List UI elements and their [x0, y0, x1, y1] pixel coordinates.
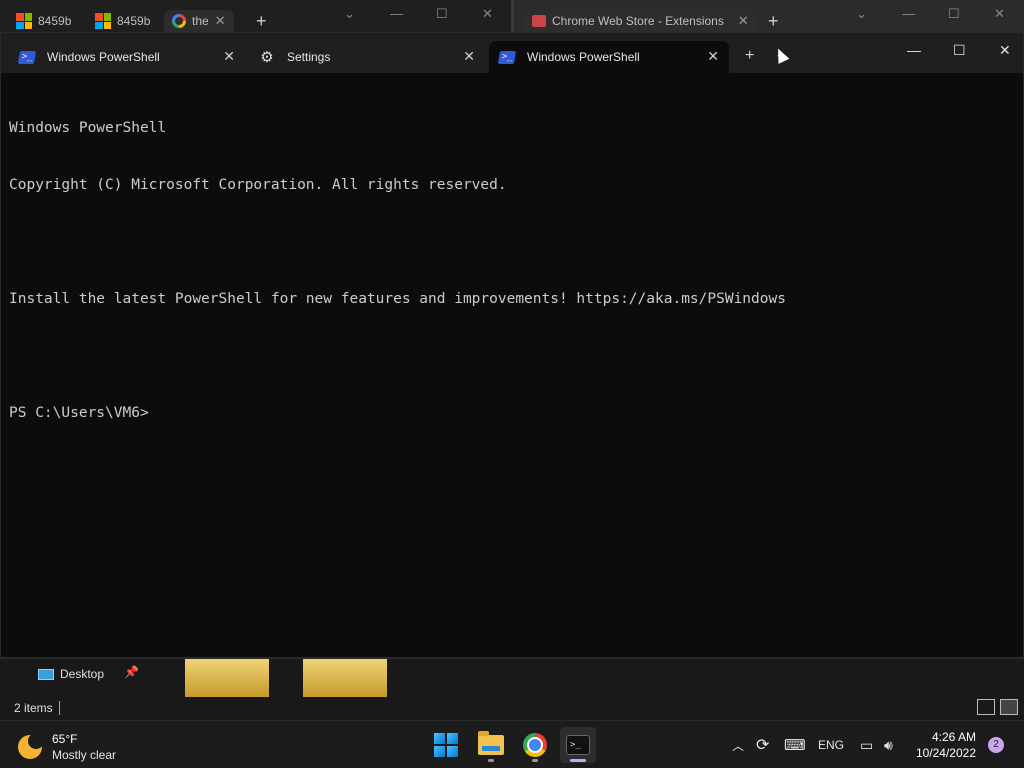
bg-tab-label: the — [192, 14, 209, 28]
bg-tab-2[interactable]: 8459b — [95, 10, 150, 32]
volume-icon: 🔊︎ — [884, 736, 893, 753]
chevron-up-icon: ︿ — [732, 738, 745, 753]
close-icon[interactable]: ✕ — [994, 6, 1005, 22]
clock[interactable]: 4:26 AM 10/24/2022 — [916, 729, 976, 761]
plus-icon: + — [256, 10, 267, 31]
windows-logo-icon — [434, 733, 458, 757]
console-output[interactable]: Windows PowerShell Copyright (C) Microso… — [9, 81, 1015, 461]
status-bar: 2 items — [14, 701, 60, 715]
show-hidden-icons-button[interactable]: ︿ — [732, 721, 744, 768]
bg-tab-3[interactable]: the ✕ — [164, 10, 234, 32]
file-explorer-window: Desktop 📌 2 items — [0, 658, 1024, 720]
pin-icon[interactable]: 📌 — [124, 665, 139, 679]
close-icon[interactable]: ✕ — [215, 13, 226, 29]
weather-widget[interactable]: 65°F Mostly clear — [18, 731, 116, 763]
maximize-icon[interactable]: ☐ — [436, 6, 448, 22]
item-count: 2 items — [14, 701, 53, 715]
close-icon[interactable]: ✕ — [738, 13, 749, 29]
language-label: ENG — [818, 738, 845, 752]
close-icon[interactable]: ✕ — [707, 48, 719, 65]
weather-temp: 65°F — [52, 732, 78, 746]
language-indicator[interactable]: ENG — [818, 721, 844, 768]
touch-keyboard-button[interactable]: ⌨ — [784, 721, 806, 768]
desktop-icon — [38, 668, 54, 680]
folder-icon — [478, 731, 504, 755]
keyboard-icon: ⌨ — [784, 737, 806, 754]
start-button[interactable] — [428, 727, 464, 763]
bg-tab-label: 8459b — [117, 14, 151, 28]
moon-cloud-icon — [18, 733, 44, 759]
bg-tab-label: Chrome Web Store - Extensions — [552, 14, 724, 28]
chrome-icon — [523, 733, 547, 757]
minimize-button[interactable]: — — [907, 42, 921, 58]
tab-label: Windows PowerShell — [527, 50, 640, 64]
console-line: Windows PowerShell — [9, 120, 167, 136]
microsoft-icon — [16, 13, 32, 29]
close-button[interactable]: ✕ — [999, 42, 1011, 59]
weather-condition: Mostly clear — [52, 748, 117, 762]
background-windows: 8459b 8459b the ✕ + ⌄ — ☐ ✕ Chrome Web S… — [0, 0, 1024, 32]
nav-item-label: Desktop — [60, 667, 105, 681]
minimize-icon[interactable]: — — [902, 6, 915, 21]
details-view-icon[interactable] — [977, 699, 995, 715]
console-line: Copyright (C) Microsoft Corporation. All… — [9, 177, 507, 193]
maximize-button[interactable]: ☐ — [953, 42, 966, 59]
bg-tab-1[interactable]: 8459b — [16, 10, 71, 32]
taskbar-terminal[interactable]: >_ — [560, 727, 596, 763]
console-line: Install the latest PowerShell for new fe… — [9, 291, 786, 307]
background-browser-right: Chrome Web Store - Extensions ✕ + ⌄ — ☐ … — [514, 0, 1024, 32]
tab-powershell-1[interactable]: >_ Windows PowerShell ✕ — [9, 41, 245, 73]
clock-date: 10/24/2022 — [915, 746, 976, 760]
volume-button[interactable]: 🔊︎ — [884, 721, 893, 768]
close-icon[interactable]: ✕ — [463, 48, 475, 65]
folder-thumbnail[interactable] — [185, 659, 269, 697]
taskbar-file-explorer[interactable] — [473, 727, 509, 763]
minimize-icon[interactable]: — — [390, 6, 403, 21]
background-browser-left: 8459b 8459b the ✕ + ⌄ — ☐ ✕ — [0, 0, 511, 32]
tab-powershell-2[interactable]: >_ Windows PowerShell ✕ — [489, 41, 729, 73]
tab-label: Windows PowerShell — [47, 50, 160, 64]
tab-settings[interactable]: ⚙ Settings ✕ — [249, 41, 485, 73]
gear-icon: ⚙ — [260, 49, 274, 66]
clock-time: 4:26 AM — [931, 730, 976, 744]
notification-badge[interactable]: 2 — [988, 737, 1004, 753]
close-icon[interactable]: ✕ — [482, 6, 493, 22]
large-icons-view-icon[interactable] — [1000, 699, 1018, 715]
chrome-web-store-icon — [532, 15, 546, 27]
console-prompt: PS C:\Users\VM6> — [9, 405, 149, 421]
folder-thumbnail[interactable] — [303, 659, 387, 697]
new-tab-button[interactable]: + — [256, 10, 267, 32]
network-button[interactable]: ▭ — [860, 721, 873, 768]
new-tab-button[interactable]: + — [768, 10, 779, 32]
network-icon: ▭ — [860, 736, 874, 753]
powershell-icon: >_ — [497, 49, 517, 65]
chevron-down-icon[interactable]: ⌄ — [856, 6, 867, 22]
maximize-icon[interactable]: ☐ — [948, 6, 960, 22]
tab-label: Settings — [287, 50, 331, 64]
new-tab-button[interactable]: + — [745, 47, 754, 65]
bg-tab-web-store[interactable]: Chrome Web Store - Extensions ✕ — [524, 10, 757, 32]
taskbar: 65°F Mostly clear >_ ︿ ⟳ ⌨ ENG ▭ 🔊︎ 4:26… — [0, 720, 1024, 768]
close-icon[interactable]: ✕ — [223, 48, 235, 65]
terminal-window: >_ Windows PowerShell ✕ ⚙ Settings ✕ >_ … — [0, 32, 1024, 658]
plus-icon: + — [768, 10, 779, 31]
sync-status-button[interactable]: ⟳ — [756, 721, 769, 768]
bg-tab-label: 8459b — [38, 14, 72, 28]
google-icon — [172, 14, 186, 28]
chevron-down-icon[interactable]: ⌄ — [344, 6, 355, 22]
powershell-icon: >_ — [17, 49, 37, 65]
terminal-tab-bar: >_ Windows PowerShell ✕ ⚙ Settings ✕ >_ … — [1, 33, 1023, 73]
terminal-icon: >_ — [566, 735, 590, 755]
sync-icon: ⟳ — [756, 737, 770, 754]
microsoft-icon — [95, 13, 111, 29]
taskbar-chrome[interactable] — [517, 727, 553, 763]
